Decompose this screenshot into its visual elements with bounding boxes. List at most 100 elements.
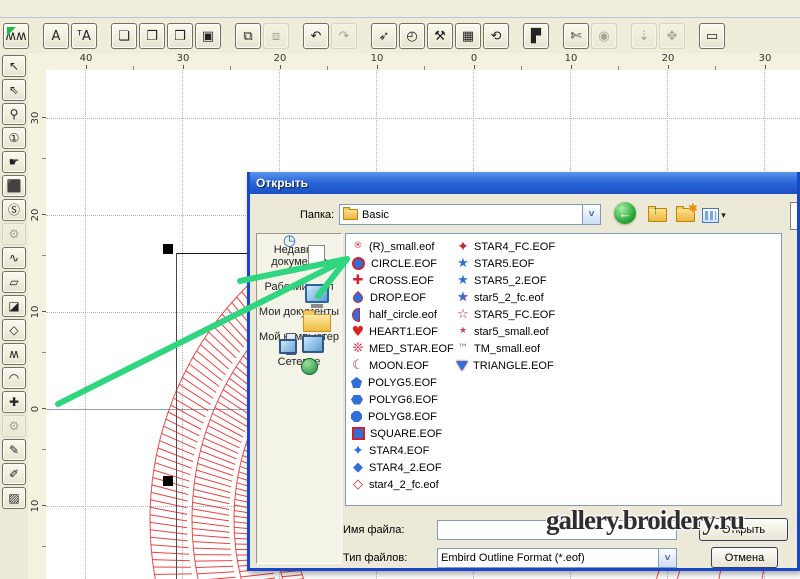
file-list[interactable]: (R)_small.eof CIRCLE.EOF CROSS.EOF DROP.… xyxy=(345,233,782,506)
select-tool[interactable]: ↖ xyxy=(2,55,26,77)
node-edit-tool[interactable]: ⇖ xyxy=(2,79,26,101)
import-design-button[interactable]: ❒ xyxy=(167,23,193,49)
ruler-label: 0 xyxy=(466,53,482,65)
ruler-label: 20 xyxy=(30,207,42,223)
file-star5-small[interactable]: star5_small.eof xyxy=(456,323,555,340)
selection-handle[interactable] xyxy=(163,476,173,486)
filetype-label: Тип файлов: xyxy=(343,552,407,564)
file-star4-2[interactable]: STAR4_2.EOF xyxy=(351,459,454,476)
selection-handle[interactable] xyxy=(163,244,173,254)
lettering-button[interactable]: A xyxy=(43,23,69,49)
hatch-tool[interactable]: ▨ xyxy=(2,487,26,509)
place-my-computer[interactable]: Мой компьютер xyxy=(257,331,341,343)
toolbar-button-icon: ❏ xyxy=(118,30,130,43)
pen-tool[interactable]: ✎ xyxy=(2,439,26,461)
file-star5-fc[interactable]: STAR5_FC.EOF xyxy=(456,306,555,323)
outline-shape-tool[interactable]: ◇ xyxy=(2,319,26,341)
fill-pattern-button[interactable]: ▦ xyxy=(455,23,481,49)
tool-settings-2[interactable]: ⚙ xyxy=(2,415,26,437)
design-mode-button[interactable]: ʍʍ xyxy=(3,23,29,49)
open-design-button[interactable]: ❐ xyxy=(139,23,165,49)
step-stitches-button[interactable]: ⇣ xyxy=(631,23,657,49)
file-tm-small[interactable]: TM_small.eof xyxy=(456,340,555,357)
zoom-actual-tool[interactable]: ① xyxy=(2,127,26,149)
place-label: Мой компьютер xyxy=(257,331,341,343)
small-lettering-button[interactable]: ᵀA xyxy=(71,23,97,49)
place-recent-documents[interactable]: Недавние документы xyxy=(257,244,341,268)
file-moon[interactable]: MOON.EOF xyxy=(351,357,454,374)
file-half-circle[interactable]: half_circle.eof xyxy=(351,306,454,323)
file-circle[interactable]: CIRCLE.EOF xyxy=(351,255,454,272)
file-name: CROSS.EOF xyxy=(369,275,434,287)
file-polyg5[interactable]: POLYG5.EOF xyxy=(351,374,454,391)
file-star4-fc[interactable]: STAR4_FC.EOF xyxy=(456,238,555,255)
folder-combobox[interactable]: Basic ˅ xyxy=(339,204,601,225)
ruler-label: 30 xyxy=(175,53,191,65)
file-drop[interactable]: DROP.EOF xyxy=(351,289,454,306)
chevron-down-icon[interactable]: ˅ xyxy=(658,549,676,567)
file-column: (R)_small.eof CIRCLE.EOF CROSS.EOF DROP.… xyxy=(351,238,454,493)
file-star4[interactable]: STAR4.EOF xyxy=(351,442,454,459)
file-med-star[interactable]: MED_STAR.EOF xyxy=(351,340,454,357)
pan-tool[interactable]: ☛ xyxy=(2,151,26,173)
back-arrow-icon: ← xyxy=(614,202,636,224)
measure-button[interactable]: ➶ xyxy=(371,23,397,49)
outline-frame-button[interactable]: ▛ xyxy=(523,23,549,49)
file-cross[interactable]: CROSS.EOF xyxy=(351,272,454,289)
knife-tool[interactable]: ✐ xyxy=(2,463,26,485)
file-r-small[interactable]: (R)_small.eof xyxy=(351,238,454,255)
toolbar-button-icon: ✄ xyxy=(571,30,582,43)
file-heart1[interactable]: HEART1.EOF xyxy=(351,323,454,340)
dialog-title-bar[interactable]: Открыть xyxy=(247,172,800,194)
file-polyg8[interactable]: POLYG8.EOF xyxy=(351,408,454,425)
file-name: star4_2_fc.eof xyxy=(369,479,439,491)
filetype-combobox[interactable]: Embird Outline Format (*.eof) ˅ xyxy=(437,548,677,568)
plus-shape-tool[interactable]: ✚ xyxy=(2,391,26,413)
zoom-tool[interactable]: ⚲ xyxy=(2,103,26,125)
back-button[interactable]: ← xyxy=(613,201,637,225)
place-my-documents[interactable]: Мои документы xyxy=(257,306,341,318)
chevron-down-icon[interactable]: ˅ xyxy=(582,205,600,224)
trim-view-button[interactable]: ✄ xyxy=(563,23,589,49)
curve-tool[interactable]: ∿ xyxy=(2,247,26,269)
file-star5-2-fc[interactable]: star5_2_fc.eof xyxy=(456,289,555,306)
copy-button[interactable]: ⧉ xyxy=(235,23,261,49)
fold-shape-tool[interactable]: ◪ xyxy=(2,295,26,317)
file-star5[interactable]: STAR5.EOF xyxy=(456,255,555,272)
arc-tool[interactable]: ◠ xyxy=(2,367,26,389)
fill-shape-tool[interactable]: ⬛ xyxy=(2,175,26,197)
density-meter-button[interactable]: ◴ xyxy=(399,23,425,49)
file-star4-2-fc[interactable]: star4_2_fc.eof xyxy=(351,476,454,493)
view-menu-button[interactable]: ▾ xyxy=(699,205,729,225)
zigzag-tool[interactable]: ʍ xyxy=(2,343,26,365)
sew-simulator-button[interactable]: ⚒ xyxy=(427,23,453,49)
file-square[interactable]: SQUARE.EOF xyxy=(351,425,454,442)
regenerate-button[interactable]: ⟲ xyxy=(483,23,509,49)
cancel-button[interactable]: Отмена xyxy=(711,547,778,568)
undo-button[interactable]: ↶ xyxy=(303,23,329,49)
sfumato-tool[interactable]: Ⓢ xyxy=(2,199,26,221)
up-one-level-button[interactable]: ↑ xyxy=(645,205,669,225)
palette-tool-icon: ▱ xyxy=(9,276,18,288)
file-polyg6[interactable]: POLYG6.EOF xyxy=(351,391,454,408)
file-name: MOON.EOF xyxy=(369,360,429,372)
redo-button[interactable]: ↷ xyxy=(331,23,357,49)
quad-shape-tool[interactable]: ▱ xyxy=(2,271,26,293)
paste-button[interactable]: ⧈ xyxy=(263,23,289,49)
toolbar-button-icon: ❒ xyxy=(174,30,186,43)
new-folder-button[interactable]: ✱ xyxy=(673,205,697,225)
drop-icon xyxy=(351,290,365,304)
file-triangle[interactable]: TRIANGLE.EOF xyxy=(456,357,555,374)
hoop-button[interactable]: ▭ xyxy=(699,23,725,49)
new-design-button[interactable]: ❏ xyxy=(111,23,137,49)
filename-input[interactable] xyxy=(437,520,677,540)
file-star5-2[interactable]: STAR5_2.EOF xyxy=(456,272,555,289)
center-cross-button[interactable]: ✥ xyxy=(659,23,685,49)
file-name: POLYG5.EOF xyxy=(368,377,437,389)
place-network[interactable]: Сетевое xyxy=(257,356,341,368)
tool-settings[interactable]: ⚙ xyxy=(2,223,26,245)
place-desktop[interactable]: Рабочий стол xyxy=(257,281,341,293)
open-button[interactable]: Открыть xyxy=(699,518,788,541)
hide-stitches-button[interactable]: ◉ xyxy=(591,23,617,49)
save-design-button[interactable]: ▣ xyxy=(195,23,221,49)
